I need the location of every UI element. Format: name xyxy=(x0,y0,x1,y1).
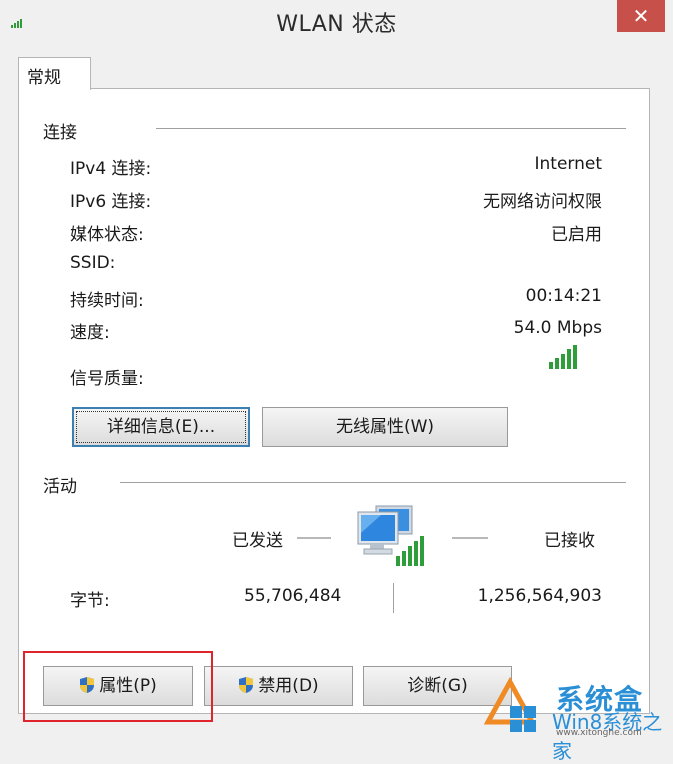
wireless-properties-button[interactable]: 无线属性(W) xyxy=(262,407,508,447)
bytes-divider xyxy=(393,583,394,613)
diagnose-button-label: 诊断(G) xyxy=(407,676,468,696)
media-state-value: 已启用 xyxy=(551,225,602,245)
details-button[interactable]: 详细信息(E)... xyxy=(72,407,250,447)
uac-shield-icon xyxy=(239,677,254,693)
tab-general[interactable]: 常规 xyxy=(18,57,91,90)
duration-value: 00:14:21 xyxy=(525,286,602,306)
tab-label: 常规 xyxy=(27,68,61,88)
disable-button[interactable]: 禁用(D) xyxy=(204,666,353,706)
duration-label: 持续时间: xyxy=(70,291,144,311)
disable-button-label: 禁用(D) xyxy=(258,676,319,696)
wireless-properties-label: 无线属性(W) xyxy=(335,417,435,437)
details-button-label: 详细信息(E)... xyxy=(106,417,216,437)
activity-group-label: 活动 xyxy=(43,477,77,497)
bytes-received-value: 1,256,564,903 xyxy=(477,586,602,606)
highlight-box xyxy=(23,651,213,722)
network-computers-icon xyxy=(357,505,424,566)
received-label: 已接收 xyxy=(544,531,595,551)
sent-dash xyxy=(297,537,331,539)
title-bar: WLAN 状态 ✕ xyxy=(0,0,673,44)
ipv6-label: IPv6 连接: xyxy=(70,192,152,212)
ipv4-label: IPv4 连接: xyxy=(70,159,152,179)
activity-separator xyxy=(120,482,626,483)
tab-panel xyxy=(18,88,650,714)
window-title: WLAN 状态 xyxy=(276,12,397,37)
bytes-sent-value: 55,706,484 xyxy=(244,586,342,606)
close-button[interactable]: ✕ xyxy=(617,0,665,32)
connection-separator xyxy=(156,128,626,129)
connection-group-label: 连接 xyxy=(43,123,77,143)
signal-quality-icon xyxy=(549,345,577,369)
watermark-url: www.xitonghe.com xyxy=(556,728,642,738)
bytes-label: 字节: xyxy=(70,591,110,611)
speed-value: 54.0 Mbps xyxy=(513,318,602,338)
ipv4-value: Internet xyxy=(534,154,602,174)
ssid-label: SSID: xyxy=(70,253,116,273)
ipv6-value: 无网络访问权限 xyxy=(483,192,602,212)
media-state-label: 媒体状态: xyxy=(70,225,144,245)
sent-label: 已发送 xyxy=(232,531,283,551)
speed-label: 速度: xyxy=(70,323,110,343)
signal-quality-label: 信号质量: xyxy=(70,369,144,389)
received-dash xyxy=(452,537,488,539)
